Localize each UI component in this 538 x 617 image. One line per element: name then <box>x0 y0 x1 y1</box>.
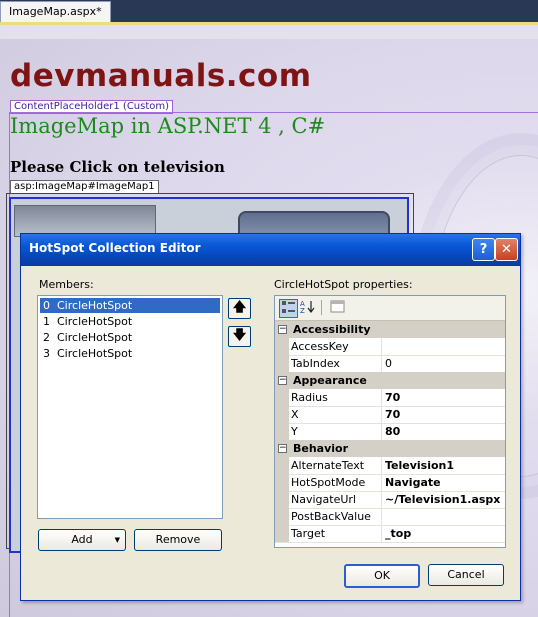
arrow-up-icon: 🡅 <box>232 300 247 315</box>
arrow-down-icon: 🡇 <box>232 328 247 343</box>
row-gutter <box>275 525 289 542</box>
row-gutter <box>275 474 289 491</box>
property-grid-toolbar: AZ <box>275 296 505 321</box>
property-grid[interactable]: AZ − Accessibility AccessKey TabIndex 0 … <box>274 295 506 548</box>
property-row-y[interactable]: Y 80 <box>275 423 505 441</box>
page-subheading: Please Click on television <box>10 158 225 176</box>
property-name: AccessKey <box>291 338 382 355</box>
property-row-postbackvalue[interactable]: PostBackValue <box>275 508 505 526</box>
member-name: CircleHotSpot <box>57 315 133 328</box>
move-up-button[interactable]: 🡅 <box>228 298 251 319</box>
close-button[interactable]: ✕ <box>495 238 518 261</box>
property-value[interactable] <box>385 508 503 525</box>
member-name: CircleHotSpot <box>57 299 133 312</box>
properties-label: CircleHotSpot properties: <box>274 278 413 291</box>
members-label: Members: <box>39 278 94 291</box>
property-value[interactable]: 80 <box>385 423 503 440</box>
property-name: Y <box>291 423 382 440</box>
property-name: TabIndex <box>291 355 382 372</box>
property-row-navigateurl[interactable]: NavigateUrl ~/Television1.aspx <box>275 491 505 509</box>
property-row-target[interactable]: Target _top <box>275 525 505 543</box>
property-value[interactable]: 0 <box>385 355 503 372</box>
member-index: 3 <box>43 347 50 360</box>
row-gutter <box>275 389 289 406</box>
member-index: 0 <box>43 299 50 312</box>
property-value[interactable]: Television1 <box>385 457 503 474</box>
property-name: AlternateText <box>291 457 382 474</box>
member-name: CircleHotSpot <box>57 331 133 344</box>
row-gutter <box>275 491 289 508</box>
collapse-icon[interactable]: − <box>278 325 287 334</box>
toolbar-separator <box>321 300 322 315</box>
property-row-alternatetext[interactable]: AlternateText Television1 <box>275 457 505 475</box>
member-index: 1 <box>43 315 50 328</box>
property-name: Radius <box>291 389 382 406</box>
remove-button[interactable]: Remove <box>134 529 222 551</box>
categorized-view-icon[interactable] <box>279 299 298 318</box>
row-gutter <box>275 355 289 372</box>
property-row-hotspotmode[interactable]: HotSpotMode Navigate <box>275 474 505 492</box>
property-value[interactable]: 70 <box>385 406 503 423</box>
property-value[interactable]: Navigate <box>385 474 503 491</box>
list-item[interactable]: 3 CircleHotSpot <box>40 346 220 361</box>
dialog-titlebar[interactable]: HotSpot Collection Editor ? ✕ <box>21 234 520 266</box>
site-logo: devmanuals.com <box>10 58 312 94</box>
add-button-label: Add <box>71 533 93 546</box>
move-down-button[interactable]: 🡇 <box>228 326 251 347</box>
member-index: 2 <box>43 331 50 344</box>
property-pages-icon[interactable] <box>329 299 346 316</box>
category-behavior[interactable]: − Behavior <box>275 440 505 457</box>
property-name: NavigateUrl <box>291 491 382 508</box>
property-value[interactable]: 70 <box>385 389 503 406</box>
property-value[interactable]: _top <box>385 525 503 542</box>
category-name: Appearance <box>293 374 367 387</box>
row-gutter <box>275 508 289 525</box>
category-name: Accessibility <box>293 323 371 336</box>
property-row-radius[interactable]: Radius 70 <box>275 389 505 407</box>
page-heading: ImageMap in ASP.NET 4 , C# <box>10 114 326 138</box>
ok-button[interactable]: OK <box>344 564 420 588</box>
category-appearance[interactable]: − Appearance <box>275 372 505 389</box>
row-gutter <box>275 338 289 355</box>
add-button[interactable]: Add ▼ <box>38 529 126 551</box>
property-name: HotSpotMode <box>291 474 382 491</box>
alphabetical-sort-icon[interactable]: AZ <box>299 299 316 316</box>
row-gutter <box>275 457 289 474</box>
row-gutter <box>275 406 289 423</box>
list-item[interactable]: 0 CircleHotSpot <box>40 298 220 313</box>
member-name: CircleHotSpot <box>57 347 133 360</box>
list-item[interactable]: 2 CircleHotSpot <box>40 330 220 345</box>
surface-top-band <box>0 25 538 39</box>
property-name: Target <box>291 525 382 542</box>
row-gutter <box>275 423 289 440</box>
cancel-button[interactable]: Cancel <box>428 564 504 586</box>
imagemap-tag[interactable]: asp:ImageMap#ImageMap1 <box>10 180 159 194</box>
hotspot-collection-editor-dialog: HotSpot Collection Editor ? ✕ Members: 0… <box>20 233 521 601</box>
property-row-accesskey[interactable]: AccessKey <box>275 338 505 356</box>
property-value[interactable]: ~/Television1.aspx <box>385 491 503 508</box>
help-button[interactable]: ? <box>472 238 495 261</box>
chevron-down-icon[interactable]: ▼ <box>115 530 120 550</box>
category-accessibility[interactable]: − Accessibility <box>275 321 505 338</box>
collapse-icon[interactable]: − <box>278 444 287 453</box>
category-name: Behavior <box>293 442 349 455</box>
property-row-tabindex[interactable]: TabIndex 0 <box>275 355 505 373</box>
property-value[interactable] <box>385 338 503 355</box>
property-name: X <box>291 406 382 423</box>
members-list[interactable]: 0 CircleHotSpot 1 CircleHotSpot 2 Circle… <box>37 295 223 519</box>
property-name: PostBackValue <box>291 508 382 525</box>
tab-imagemap-aspx[interactable]: ImageMap.aspx* <box>0 1 111 22</box>
svg-text:Z: Z <box>300 307 305 314</box>
collapse-icon[interactable]: − <box>278 376 287 385</box>
property-row-x[interactable]: X 70 <box>275 406 505 424</box>
list-item[interactable]: 1 CircleHotSpot <box>40 314 220 329</box>
document-tab-strip: ImageMap.aspx* <box>0 0 538 22</box>
dialog-title: HotSpot Collection Editor <box>29 241 201 255</box>
